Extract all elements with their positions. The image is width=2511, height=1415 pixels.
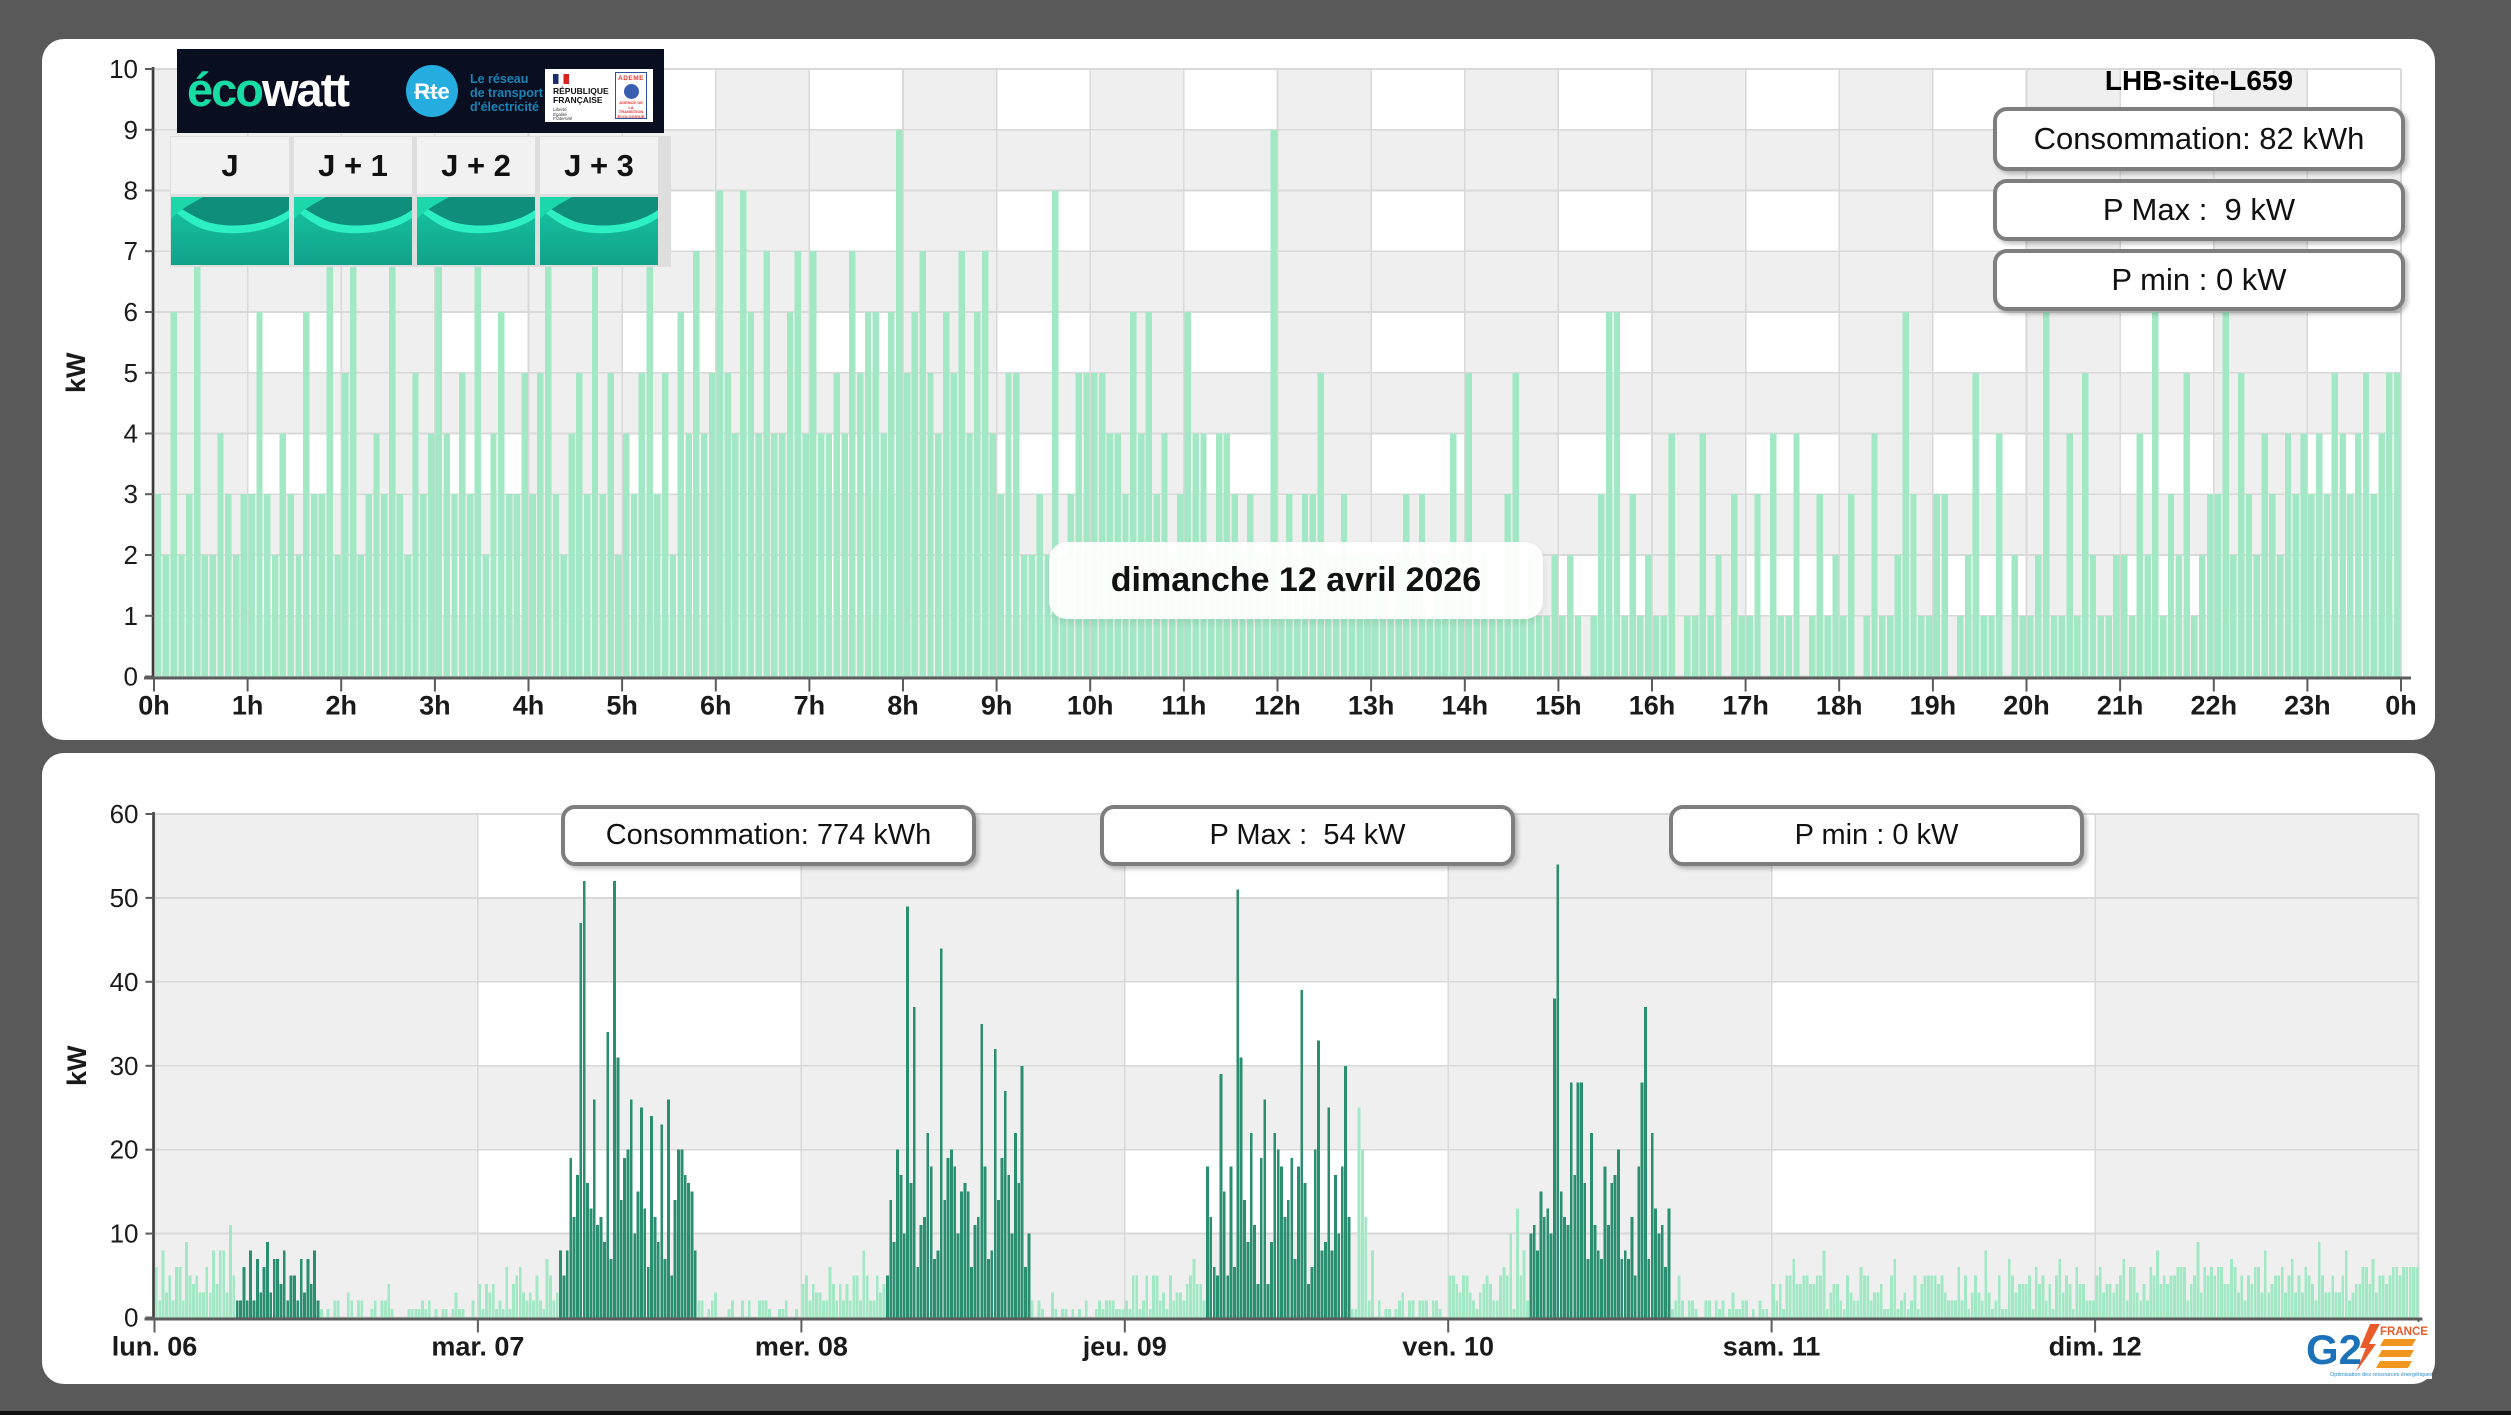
svg-text:6h: 6h xyxy=(700,691,732,721)
svg-text:2: 2 xyxy=(124,540,138,570)
svg-text:jeu. 09: jeu. 09 xyxy=(1082,1332,1167,1362)
svg-text:sam. 11: sam. 11 xyxy=(1723,1332,1821,1362)
svg-text:12h: 12h xyxy=(1254,691,1301,721)
svg-text:8h: 8h xyxy=(887,691,919,721)
svg-text:10: 10 xyxy=(110,1219,139,1249)
svg-text:23h: 23h xyxy=(2284,691,2331,721)
svg-text:22h: 22h xyxy=(2191,691,2238,721)
svg-text:ven. 10: ven. 10 xyxy=(1402,1332,1494,1362)
svg-text:1h: 1h xyxy=(232,691,264,721)
svg-text:7h: 7h xyxy=(794,691,826,721)
svg-text:6: 6 xyxy=(124,297,138,327)
svg-text:15h: 15h xyxy=(1535,691,1582,721)
svg-text:16h: 16h xyxy=(1629,691,1676,721)
svg-text:13h: 13h xyxy=(1348,691,1395,721)
svg-text:20h: 20h xyxy=(2003,691,2050,721)
svg-text:60: 60 xyxy=(110,799,139,829)
svg-text:11h: 11h xyxy=(1161,691,1206,721)
svg-text:1: 1 xyxy=(124,601,138,631)
svg-text:20: 20 xyxy=(110,1135,139,1165)
svg-text:0h: 0h xyxy=(138,691,170,721)
svg-text:5h: 5h xyxy=(606,691,638,721)
svg-text:8: 8 xyxy=(124,176,138,206)
svg-text:7: 7 xyxy=(124,236,138,266)
svg-text:4: 4 xyxy=(124,419,138,449)
svg-text:40: 40 xyxy=(110,967,139,997)
svg-text:mer. 08: mer. 08 xyxy=(755,1332,848,1362)
svg-text:kW: kW xyxy=(61,352,91,393)
svg-text:19h: 19h xyxy=(1910,691,1957,721)
svg-text:5: 5 xyxy=(124,358,138,388)
svg-text:0h: 0h xyxy=(2385,691,2417,721)
svg-text:3h: 3h xyxy=(419,691,451,721)
svg-text:4h: 4h xyxy=(513,691,545,721)
svg-text:dim. 12: dim. 12 xyxy=(2049,1332,2142,1362)
svg-text:3: 3 xyxy=(124,479,138,509)
svg-text:9h: 9h xyxy=(981,691,1013,721)
svg-text:21h: 21h xyxy=(2097,691,2144,721)
svg-text:10: 10 xyxy=(109,54,138,84)
svg-text:mar. 07: mar. 07 xyxy=(431,1332,524,1362)
svg-text:lun. 06: lun. 06 xyxy=(112,1332,198,1362)
svg-text:2h: 2h xyxy=(325,691,357,721)
svg-text:30: 30 xyxy=(110,1051,139,1081)
svg-text:FRANCE: FRANCE xyxy=(2380,1326,2428,1338)
svg-text:14h: 14h xyxy=(1442,691,1489,721)
svg-text:10h: 10h xyxy=(1067,691,1114,721)
svg-text:18h: 18h xyxy=(1816,691,1863,721)
svg-text:Rte: Rte xyxy=(414,79,449,104)
svg-text:0: 0 xyxy=(124,662,138,692)
svg-text:Optimisation des ressources én: Optimisation des ressources énergétiques xyxy=(2330,1372,2432,1378)
svg-text:50: 50 xyxy=(110,883,139,913)
svg-text:kW: kW xyxy=(62,1045,92,1086)
svg-text:9: 9 xyxy=(124,115,138,145)
svg-text:17h: 17h xyxy=(1722,691,1769,721)
svg-text:G2: G2 xyxy=(2306,1326,2362,1373)
svg-text:0: 0 xyxy=(124,1303,138,1333)
